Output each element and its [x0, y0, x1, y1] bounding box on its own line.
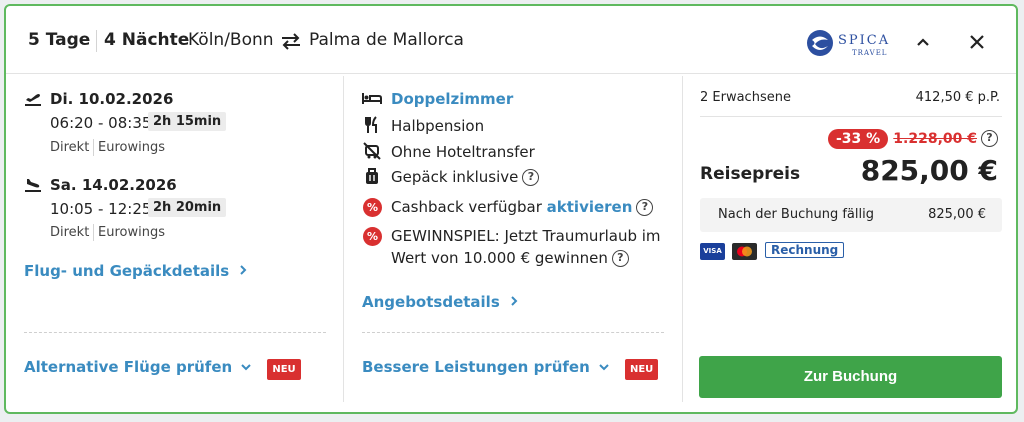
chevron-down-icon — [599, 364, 609, 371]
chevron-right-icon — [511, 296, 518, 306]
return-divider — [93, 224, 94, 241]
alternative-flights-link[interactable]: Alternative Flüge prüfen NEU — [24, 357, 301, 380]
transfer-info: Ohne Hoteltransfer — [391, 143, 535, 161]
cashback-row: Cashback verfügbar aktivieren? — [391, 198, 654, 216]
destination-airport: Palma de Mallorca — [309, 30, 464, 50]
price-per-person: 412,50 € p.P. — [915, 90, 1000, 105]
better-services-link[interactable]: Bessere Leistungen prüfen NEU — [362, 357, 659, 380]
section-divider — [362, 332, 664, 333]
section-divider — [24, 332, 326, 333]
help-icon[interactable]: ? — [522, 169, 540, 186]
flight-details-link[interactable]: Flug- und Gepäckdetails — [24, 261, 248, 280]
price-divider — [700, 116, 1002, 117]
return-type: Direkt — [50, 225, 90, 240]
outbound-divider — [93, 139, 94, 156]
percent-icon: % — [363, 198, 382, 217]
chevron-up-icon — [917, 38, 929, 46]
bed-icon — [362, 90, 382, 110]
header-divider — [96, 30, 97, 52]
total-price: 825,00 € — [860, 154, 998, 187]
return-time: 10:05 - 12:25 — [50, 200, 152, 218]
outbound-type: Direkt — [50, 140, 90, 155]
column-divider — [682, 76, 683, 402]
board-type: Halbpension — [391, 117, 485, 135]
new-badge: NEU — [267, 359, 301, 380]
return-date: Sa. 14.02.2026 — [50, 176, 177, 194]
offer-card: 5 Tage 4 Nächte Köln/Bonn Palma de Mallo… — [4, 4, 1018, 414]
return-duration: 2h 20min — [148, 198, 227, 217]
due-box: Nach der Buchung fällig 825,00 € — [700, 198, 1002, 232]
close-button[interactable] — [964, 29, 990, 55]
offer-details-link[interactable]: Angebotsdetails — [362, 292, 519, 311]
luggage-label: Gepäck inklusive — [391, 168, 519, 186]
help-icon[interactable]: ? — [611, 250, 629, 267]
contest-line-1: GEWINNSPIEL: Jetzt Traumurlaub im — [391, 227, 661, 245]
help-icon[interactable]: ? — [636, 199, 654, 216]
chevron-right-icon — [240, 265, 247, 275]
close-icon — [970, 35, 984, 49]
old-price: 1.228,00 € — [893, 131, 977, 147]
outbound-airline: Eurowings — [98, 140, 165, 155]
percent-icon: % — [363, 227, 382, 246]
plane-arrival-icon — [24, 177, 42, 197]
plane-departure-icon — [24, 92, 42, 112]
spica-travel-logo: SPICA TRAVEL — [806, 27, 896, 59]
cashback-label: Cashback verfügbar — [391, 198, 542, 216]
fork-knife-icon — [364, 116, 380, 138]
due-amount: 825,00 € — [928, 207, 986, 222]
discount-row: -33 % 1.228,00 €? — [828, 128, 998, 149]
book-button[interactable]: Zur Buchung — [699, 356, 1002, 398]
outbound-date: Di. 10.02.2026 — [50, 90, 174, 108]
help-icon[interactable]: ? — [981, 130, 998, 147]
invoice-badge: Rechnung — [765, 242, 845, 258]
luggage-info: Gepäck inklusive? — [391, 168, 540, 186]
due-label: Nach der Buchung fällig — [718, 207, 874, 222]
offer-header: 5 Tage 4 Nächte Köln/Bonn Palma de Mallo… — [6, 6, 1016, 74]
contest-line-2-row: Wert von 10.000 € gewinnen? — [391, 249, 629, 267]
offer-details-label: Angebotsdetails — [362, 293, 500, 311]
better-services-label: Bessere Leistungen prüfen — [362, 358, 590, 376]
contest-line-2: Wert von 10.000 € gewinnen — [391, 249, 608, 267]
discount-badge: -33 % — [828, 129, 889, 149]
swap-arrows-icon — [280, 32, 302, 54]
return-airline: Eurowings — [98, 225, 165, 240]
column-divider — [343, 76, 344, 402]
outbound-duration: 2h 15min — [148, 112, 227, 131]
logo-subtext: TRAVEL — [852, 49, 887, 57]
cashback-activate-link[interactable]: aktivieren — [547, 198, 633, 216]
visa-icon: VISA — [700, 243, 725, 260]
trip-nights: 4 Nächte — [104, 30, 190, 50]
travelers-count: 2 Erwachsene — [700, 90, 791, 105]
flight-details-label: Flug- und Gepäckdetails — [24, 262, 230, 280]
trip-days: 5 Tage — [28, 30, 91, 50]
luggage-icon — [365, 167, 379, 189]
new-badge: NEU — [624, 359, 659, 380]
room-type-link[interactable]: Doppelzimmer — [391, 90, 513, 108]
mastercard-icon — [732, 243, 757, 260]
origin-airport: Köln/Bonn — [188, 30, 274, 50]
alternative-flights-label: Alternative Flüge prüfen — [24, 358, 233, 376]
chevron-down-icon — [241, 364, 251, 371]
logo-text: SPICA — [838, 33, 890, 48]
no-transfer-icon — [363, 142, 381, 164]
outbound-time: 06:20 - 08:35 — [50, 114, 152, 132]
collapse-button[interactable] — [910, 29, 936, 55]
total-price-label: Reisepreis — [700, 164, 801, 184]
